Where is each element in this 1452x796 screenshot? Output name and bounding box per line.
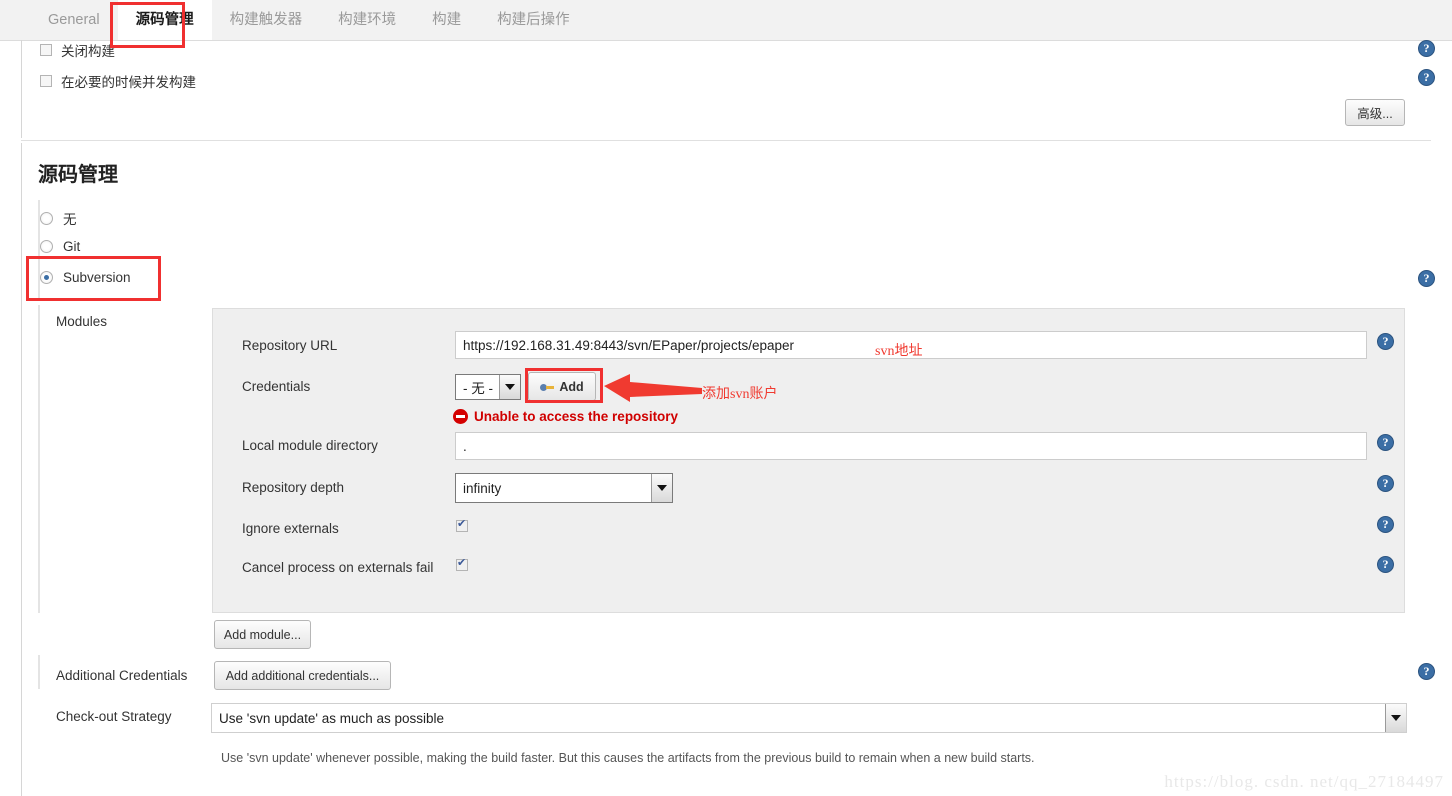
help-icon-additional-credentials[interactable]: ? (1418, 663, 1435, 680)
add-additional-credentials-button[interactable]: Add additional credentials... (214, 661, 391, 690)
repository-access-error-text: Unable to access the repository (474, 409, 679, 424)
radio-subversion[interactable] (40, 271, 53, 284)
scm-option-git-label: Git (63, 239, 81, 254)
section-divider (21, 140, 1431, 141)
repository-url-label: Repository URL (242, 338, 338, 353)
tab-build-triggers[interactable]: 构建触发器 (212, 0, 321, 40)
help-icon-repository-url[interactable]: ? (1377, 333, 1394, 350)
add-credentials-label: Add (559, 379, 584, 394)
chevron-down-icon (499, 375, 520, 399)
modules-label: Modules (56, 314, 108, 329)
add-credentials-button[interactable]: Add (528, 372, 596, 401)
disable-build-label: 关闭构建 (61, 44, 115, 59)
repository-depth-label: Repository depth (242, 480, 345, 495)
repository-url-input[interactable] (455, 331, 1367, 359)
watermark: https://blog. csdn. net/qq_27184497 (1164, 772, 1444, 791)
tab-build[interactable]: 构建 (414, 0, 479, 40)
help-icon-ignore-externals[interactable]: ? (1377, 516, 1394, 533)
error-icon (453, 409, 468, 424)
option-disable-build[interactable]: 关闭构建 (40, 40, 115, 60)
help-icon-subversion[interactable]: ? (1418, 270, 1435, 287)
concurrent-build-checkbox[interactable] (40, 75, 52, 87)
help-icon-local-module-directory[interactable]: ? (1377, 434, 1394, 451)
help-icon-concurrent-build[interactable]: ? (1418, 69, 1435, 86)
additional-credentials-label: Additional Credentials (56, 668, 188, 683)
cancel-process-label: Cancel process on externals fail (242, 560, 434, 575)
concurrent-build-label: 在必要的时候并发构建 (61, 75, 196, 90)
checkout-strategy-label: Check-out Strategy (56, 709, 172, 724)
local-module-directory-label: Local module directory (242, 438, 378, 453)
advanced-button[interactable]: 高级... (1345, 99, 1405, 126)
disable-build-checkbox[interactable] (40, 44, 52, 56)
repository-access-error: Unable to access the repository (453, 409, 678, 424)
scm-option-none-label: 无 (63, 212, 77, 227)
scm-option-subversion-label: Subversion (63, 270, 131, 285)
chevron-down-icon (1385, 704, 1406, 732)
tab-list: General 源码管理 构建触发器 构建环境 构建 构建后操作 (30, 0, 588, 40)
add-module-button[interactable]: Add module... (214, 620, 311, 649)
key-icon (540, 382, 555, 392)
help-icon-cancel-process[interactable]: ? (1377, 556, 1394, 573)
additional-credentials-rule (38, 655, 40, 689)
repository-depth-selected-value: infinity (463, 480, 502, 496)
tab-general[interactable]: General (30, 0, 118, 40)
scm-option-none[interactable]: 无 (40, 208, 77, 228)
checkout-strategy-select[interactable]: Use 'svn update' as much as possible (211, 703, 1407, 733)
tab-post-build-actions[interactable]: 构建后操作 (479, 0, 588, 40)
tab-source-code-management[interactable]: 源码管理 (117, 0, 212, 40)
left-divider-top (21, 40, 22, 138)
tab-build-environment[interactable]: 构建环境 (320, 0, 414, 40)
tab-bar: General 源码管理 构建触发器 构建环境 构建 构建后操作 (0, 0, 1452, 41)
repository-depth-select[interactable]: infinity (455, 473, 673, 503)
page-title: 源码管理 (38, 164, 118, 186)
credentials-selected-value: - 无 - (463, 381, 493, 396)
credentials-select[interactable]: - 无 - (455, 374, 521, 400)
checkout-strategy-description: Use 'svn update' whenever possible, maki… (221, 751, 1035, 765)
help-icon-disable-build[interactable]: ? (1418, 40, 1435, 57)
local-module-directory-input[interactable] (455, 432, 1367, 460)
scm-option-git[interactable]: Git (40, 239, 80, 254)
help-icon-repository-depth[interactable]: ? (1377, 475, 1394, 492)
left-divider-body (21, 143, 22, 796)
radio-none[interactable] (40, 211, 53, 225)
chevron-down-icon (651, 474, 672, 502)
checkout-strategy-selected-value: Use 'svn update' as much as possible (219, 710, 445, 726)
radio-git[interactable] (40, 240, 53, 253)
cancel-process-checkbox[interactable] (456, 557, 468, 571)
credentials-label: Credentials (242, 379, 311, 394)
scm-option-subversion[interactable]: Subversion (40, 270, 131, 285)
ignore-externals-label: Ignore externals (242, 521, 339, 536)
modules-rule (38, 305, 40, 613)
ignore-externals-checkbox[interactable] (456, 518, 468, 532)
option-concurrent-build[interactable]: 在必要的时候并发构建 (40, 71, 196, 91)
